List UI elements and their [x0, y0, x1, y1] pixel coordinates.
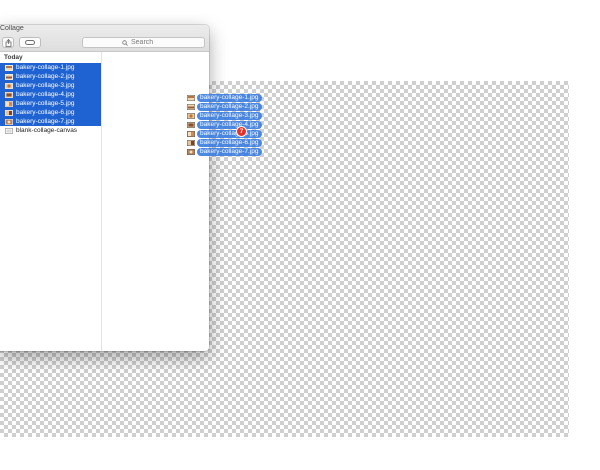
- drag-preview: bakery-collage-1.jpg bakery-collage-2.jp…: [187, 93, 262, 156]
- drag-item-label: bakery-collage-7.jpg: [197, 147, 262, 156]
- file-name: bakery-collage-7.jpg: [16, 118, 75, 125]
- share-icon: [5, 38, 11, 47]
- drag-count-badge: 7: [237, 127, 246, 136]
- window-title: Collage: [0, 25, 24, 32]
- file-name: bakery-collage-6.jpg: [16, 109, 75, 116]
- file-row[interactable]: bakery-collage-5.jpg: [0, 99, 101, 108]
- file-list: Today bakery-collage-1.jpg bakery-collag…: [0, 52, 102, 351]
- section-header-today: Today: [4, 54, 23, 61]
- drag-item: bakery-collage-6.jpg: [187, 138, 262, 147]
- search-input[interactable]: [131, 39, 165, 46]
- file-row[interactable]: bakery-collage-1.jpg: [0, 63, 101, 72]
- jpeg-thumbnail-icon: [5, 73, 13, 80]
- tag-button[interactable]: [19, 37, 41, 48]
- window-toolbar: Collage: [0, 25, 209, 52]
- finder-window: Collage Today bakery-collage-1.jpg: [0, 25, 209, 351]
- file-name: bakery-collage-2.jpg: [16, 73, 75, 80]
- file-row[interactable]: bakery-collage-6.jpg: [0, 108, 101, 117]
- file-row[interactable]: bakery-collage-4.jpg: [0, 90, 101, 99]
- drag-item-label: bakery-collage-1.jpg: [197, 93, 262, 102]
- file-name: bakery-collage-4.jpg: [16, 91, 75, 98]
- tag-icon: [25, 40, 35, 45]
- jpeg-thumbnail-icon: [5, 64, 13, 71]
- drag-item: bakery-collage-5.jpg: [187, 129, 262, 138]
- jpeg-thumbnail-icon: [5, 109, 13, 116]
- file-row[interactable]: bakery-collage-2.jpg: [0, 72, 101, 81]
- jpeg-thumbnail-icon: [187, 148, 195, 155]
- jpeg-thumbnail-icon: [5, 100, 13, 107]
- jpeg-thumbnail-icon: [187, 112, 195, 119]
- drag-item-label: bakery-collage-3.jpg: [197, 111, 262, 120]
- magnifier-icon: [122, 39, 128, 46]
- jpeg-thumbnail-icon: [187, 139, 195, 146]
- share-button[interactable]: [2, 37, 14, 48]
- file-row[interactable]: bakery-collage-7.jpg: [0, 117, 101, 126]
- file-name: blank-collage-canvas: [16, 127, 78, 134]
- canvas-document-icon: [5, 127, 13, 134]
- jpeg-thumbnail-icon: [187, 130, 195, 137]
- drag-item-label: bakery-collage-5.jpg: [197, 129, 262, 138]
- drag-item: bakery-collage-1.jpg: [187, 93, 262, 102]
- jpeg-thumbnail-icon: [5, 118, 13, 125]
- drag-item: bakery-collage-2.jpg: [187, 102, 262, 111]
- file-name: bakery-collage-5.jpg: [16, 100, 75, 107]
- jpeg-thumbnail-icon: [187, 94, 195, 101]
- drag-item-label: bakery-collage-2.jpg: [197, 102, 262, 111]
- jpeg-thumbnail-icon: [187, 103, 195, 110]
- drag-item: bakery-collage-7.jpg: [187, 147, 262, 156]
- drag-item: bakery-collage-3.jpg: [187, 111, 262, 120]
- drag-item: bakery-collage-4.jpg: [187, 120, 262, 129]
- jpeg-thumbnail-icon: [5, 91, 13, 98]
- file-name: bakery-collage-3.jpg: [16, 82, 75, 89]
- drag-item-label: bakery-collage-4.jpg: [197, 120, 262, 129]
- file-row[interactable]: bakery-collage-3.jpg: [0, 81, 101, 90]
- jpeg-thumbnail-icon: [187, 121, 195, 128]
- drag-item-label: bakery-collage-6.jpg: [197, 138, 262, 147]
- jpeg-thumbnail-icon: [5, 82, 13, 89]
- file-row[interactable]: blank-collage-canvas: [0, 126, 101, 135]
- search-field[interactable]: [82, 37, 205, 48]
- file-name: bakery-collage-1.jpg: [16, 64, 75, 71]
